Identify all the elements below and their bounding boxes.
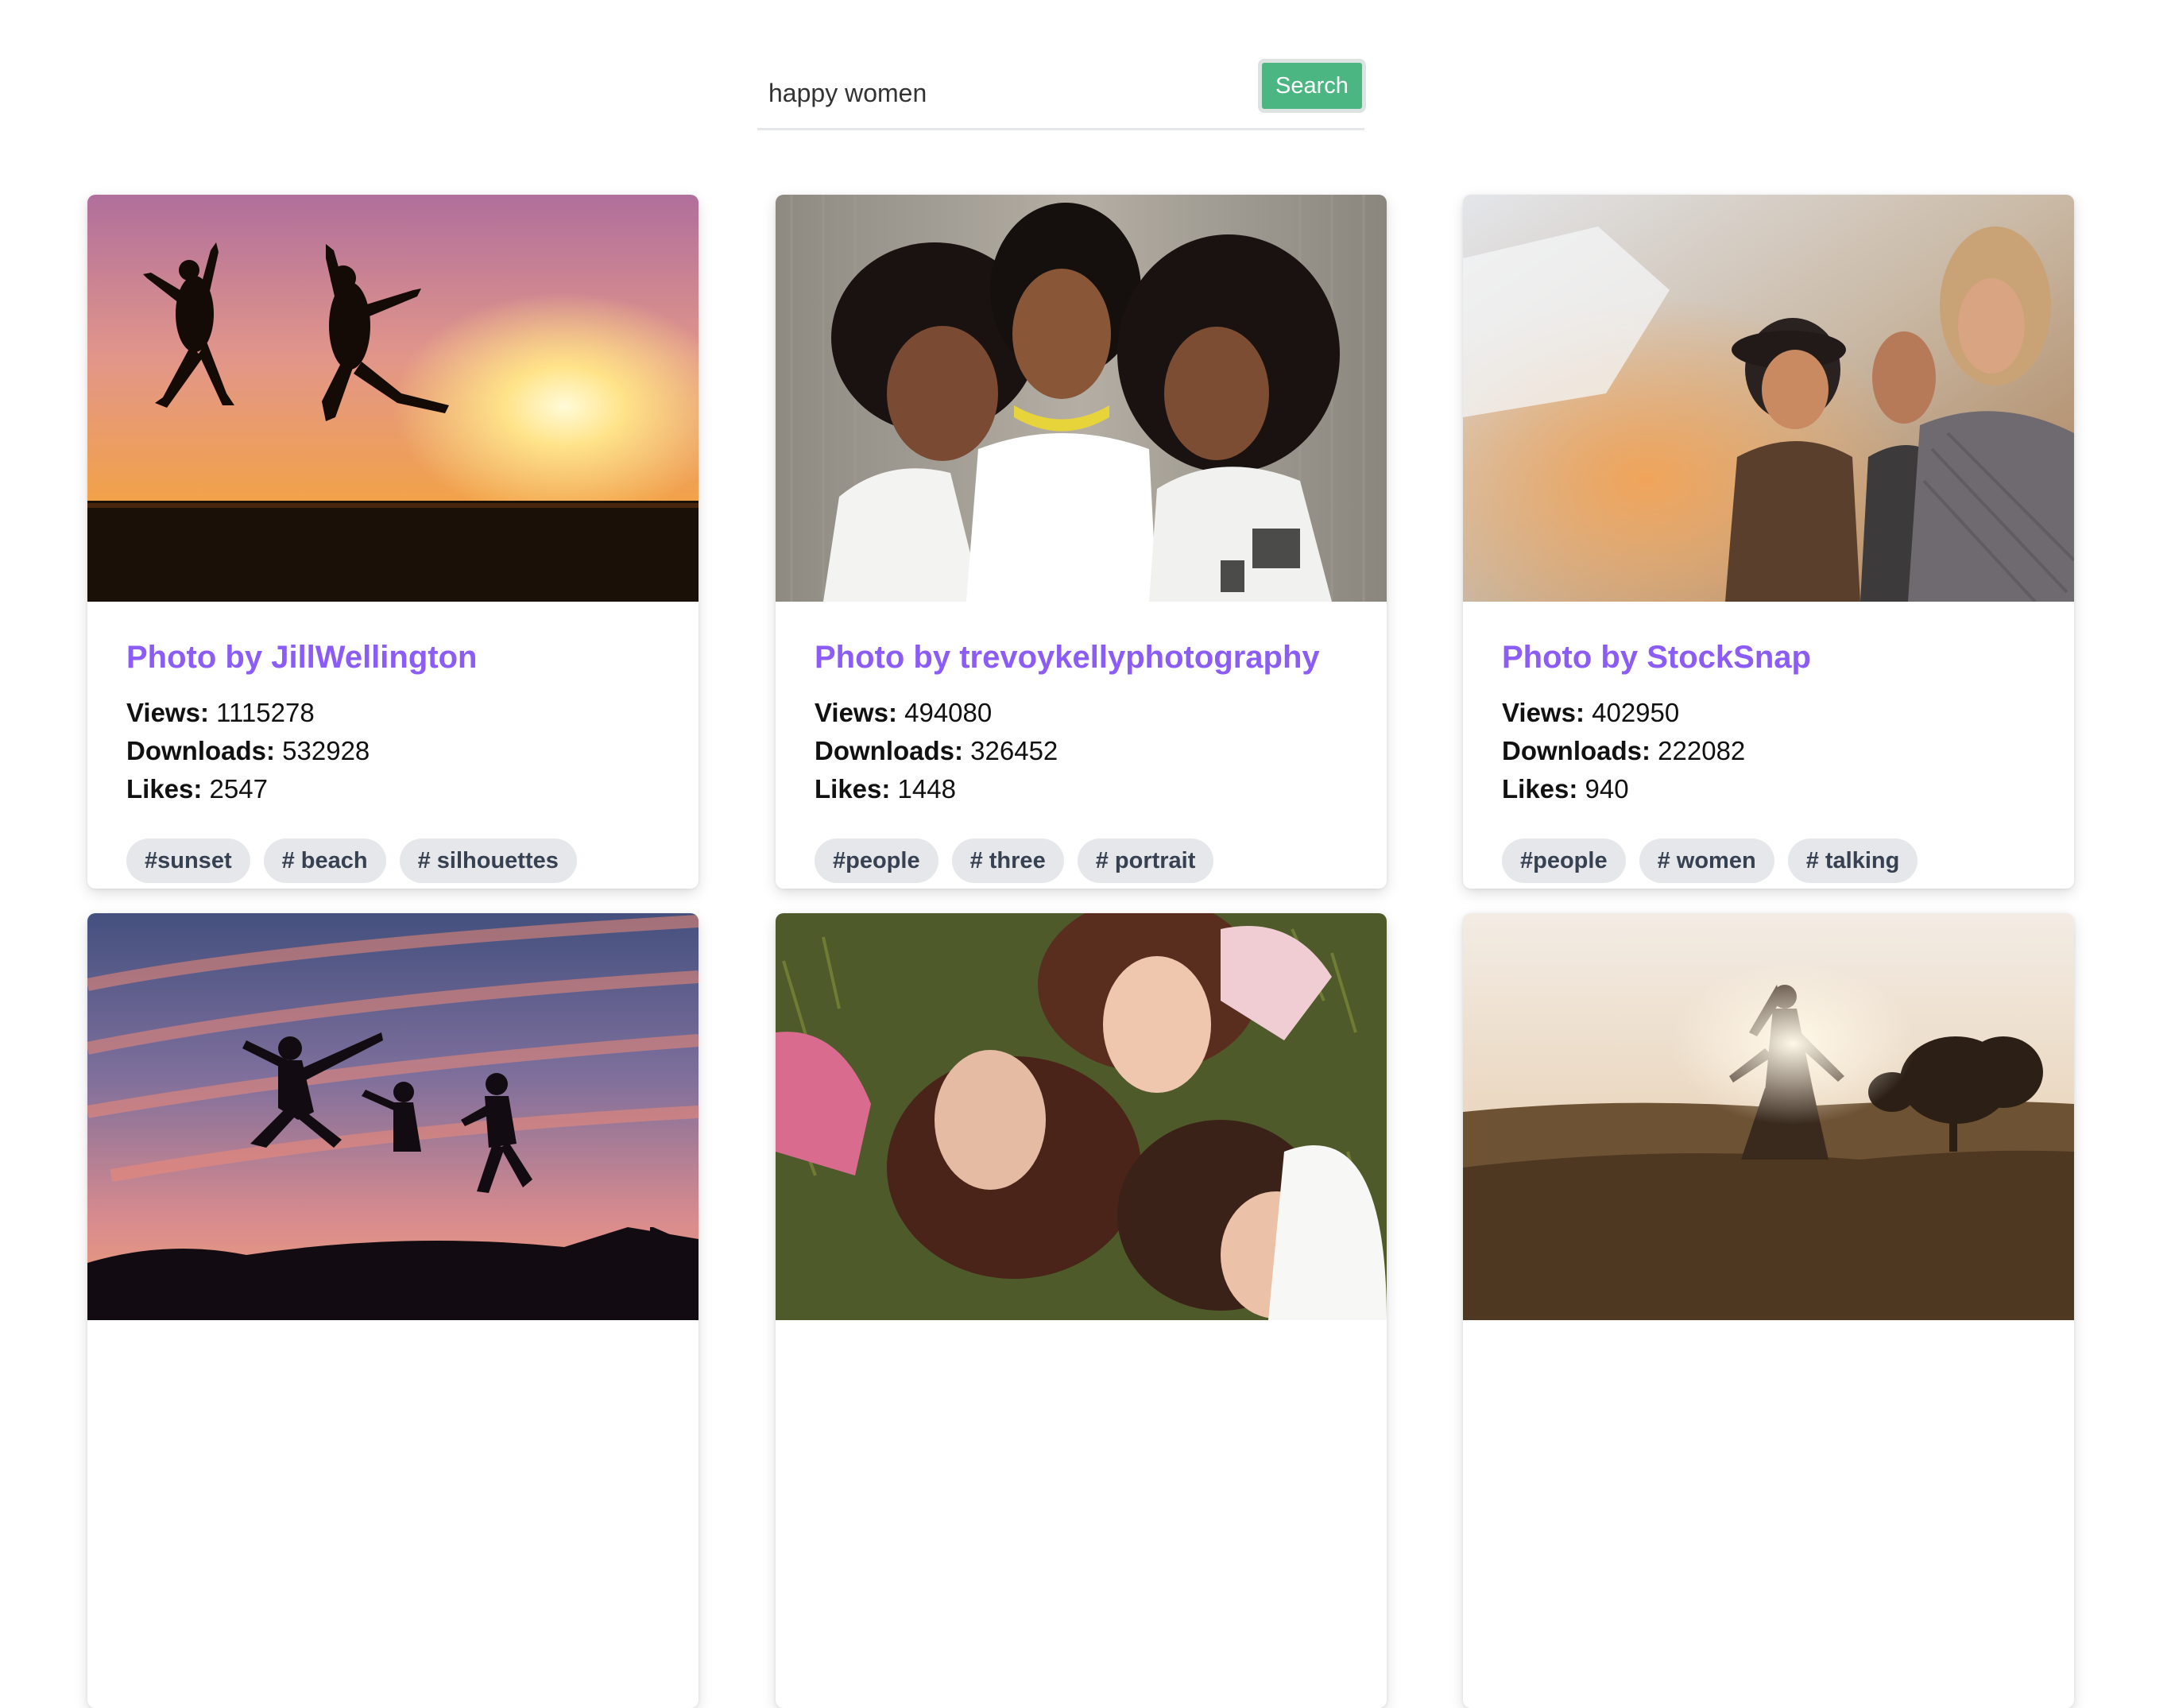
likes-value: 1448 [897,774,956,804]
likes-label: Likes: [1502,774,1578,804]
photo-card: Photo by trevoykellyphotography Views: 4… [776,195,1387,889]
likes-value: 2547 [209,774,268,804]
photo-image[interactable] [776,913,1387,1320]
photo-image[interactable] [87,913,699,1320]
tag-chip[interactable]: #sunset [126,839,250,883]
tag-chip[interactable]: # portrait [1077,839,1214,883]
downloads-value: 222082 [1658,736,1746,765]
downloads-label: Downloads: [126,736,275,765]
photo-card [1463,913,2074,1708]
photo-image[interactable] [1463,195,2074,602]
views-value: 1115278 [216,698,315,727]
views-value: 402950 [1592,698,1680,727]
views-label: Views: [1502,698,1585,727]
tag-chip[interactable]: # women [1639,839,1774,883]
tag-chip[interactable]: # beach [263,839,386,883]
photo-stats: Views: 494080 Downloads: 326452 Likes: 1… [815,694,1355,808]
downloads-value: 326452 [970,736,1058,765]
views-value: 494080 [904,698,993,727]
views-label: Views: [815,698,897,727]
tag-chip[interactable]: #people [815,839,938,883]
photo-author[interactable]: Photo by trevoykellyphotography [815,637,1355,678]
photo-author[interactable]: Photo by JillWellington [126,637,667,678]
photo-stats: Views: 402950 Downloads: 222082 Likes: 9… [1502,694,2042,808]
views-label: Views: [126,698,209,727]
downloads-value: 532928 [282,736,370,765]
photo-image[interactable] [1463,913,2074,1320]
photo-card: Photo by StockSnap Views: 402950 Downloa… [1463,195,2074,889]
tag-list: #people # women # talking [1502,839,2042,883]
search-button[interactable]: Search [1258,59,1366,113]
photo-image[interactable] [87,195,699,602]
tag-list: #sunset # beach # silhouettes [126,839,667,883]
photo-author[interactable]: Photo by StockSnap [1502,637,2042,678]
downloads-label: Downloads: [815,736,963,765]
tag-chip[interactable]: # silhouettes [399,839,577,883]
photo-stats: Views: 1115278 Downloads: 532928 Likes: … [126,694,667,808]
tag-list: #people # three # portrait [815,839,1355,883]
likes-value: 940 [1585,774,1629,804]
photo-card [87,913,699,1708]
tag-chip[interactable]: # talking [1787,839,1918,883]
likes-label: Likes: [126,774,203,804]
downloads-label: Downloads: [1502,736,1651,765]
likes-label: Likes: [815,774,891,804]
photo-card [776,913,1387,1708]
tag-chip[interactable]: # three [951,839,1064,883]
tag-chip[interactable]: #people [1502,839,1626,883]
search-bar: Search [757,56,1366,130]
photo-card: Photo by JillWellington Views: 1115278 D… [87,195,699,889]
search-input[interactable] [768,73,1213,113]
photo-image[interactable] [776,195,1387,602]
